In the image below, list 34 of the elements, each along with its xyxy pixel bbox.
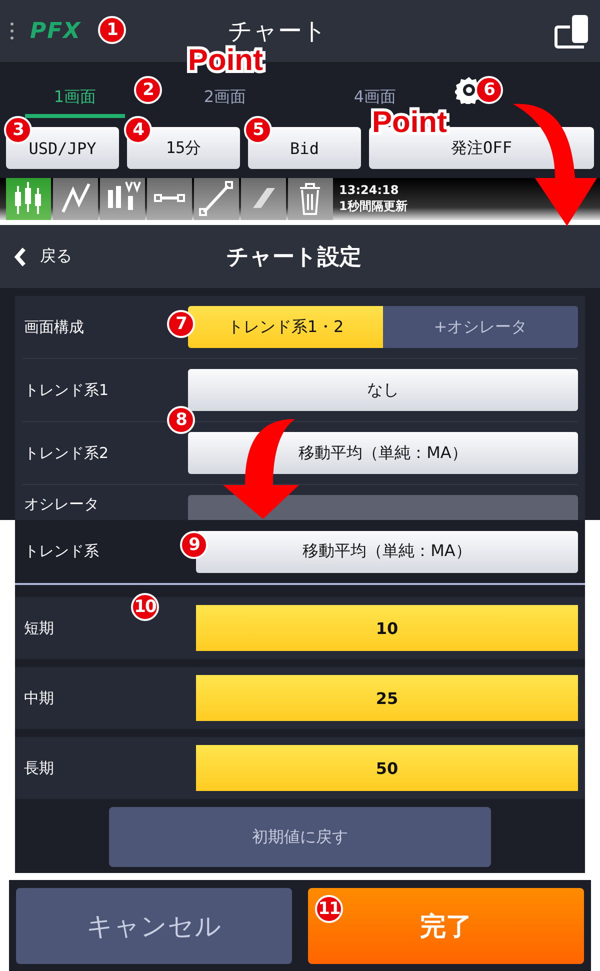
setting-label: トレンド系 <box>23 542 99 561</box>
screen-title: チャート <box>228 16 328 47</box>
candlestick-icon[interactable] <box>100 178 145 220</box>
setting-label: 画面構成 <box>23 318 84 336</box>
select-button[interactable]: 移動平均（単純：MA） <box>188 432 578 474</box>
clock-time: 13:24:18 <box>339 182 400 198</box>
setting-label: オシレータ <box>23 495 99 514</box>
tab[interactable]: 2画面 <box>175 80 275 118</box>
segment-icon[interactable] <box>147 178 192 220</box>
period-field[interactable]: 50 <box>196 745 578 791</box>
period-label: 短期 <box>23 618 54 638</box>
point-label: Point <box>188 44 263 78</box>
menu-icon[interactable] <box>10 22 14 40</box>
period-label: 中期 <box>23 688 54 708</box>
period-label: 長期 <box>23 758 54 778</box>
settings-title: チャート設定 <box>226 244 362 272</box>
segment-option[interactable]: +オシレータ <box>383 306 578 348</box>
period-field[interactable]: 10 <box>196 605 578 651</box>
line-chart-icon[interactable] <box>53 178 98 220</box>
eraser-icon[interactable] <box>241 178 286 220</box>
reset-button[interactable]: 初期値に戻す <box>109 807 491 867</box>
logo: PFX <box>30 18 82 44</box>
segment-option[interactable]: トレンド系1・2 <box>188 306 383 348</box>
select-button[interactable]: なし <box>188 369 578 411</box>
trash-icon[interactable] <box>288 178 333 220</box>
period-field[interactable]: 25 <box>196 675 578 721</box>
setting-label: トレンド系1 <box>23 380 109 400</box>
cancel-button[interactable]: キャンセル <box>16 888 292 964</box>
chevron-icon <box>14 246 26 266</box>
setting-label: トレンド系2 <box>23 444 109 462</box>
back-button[interactable]: 戻る <box>14 246 72 267</box>
update-note: 1秒間隔更新 <box>339 198 408 214</box>
candlestick-icon[interactable] <box>6 178 51 220</box>
window-icon[interactable] <box>554 13 590 49</box>
